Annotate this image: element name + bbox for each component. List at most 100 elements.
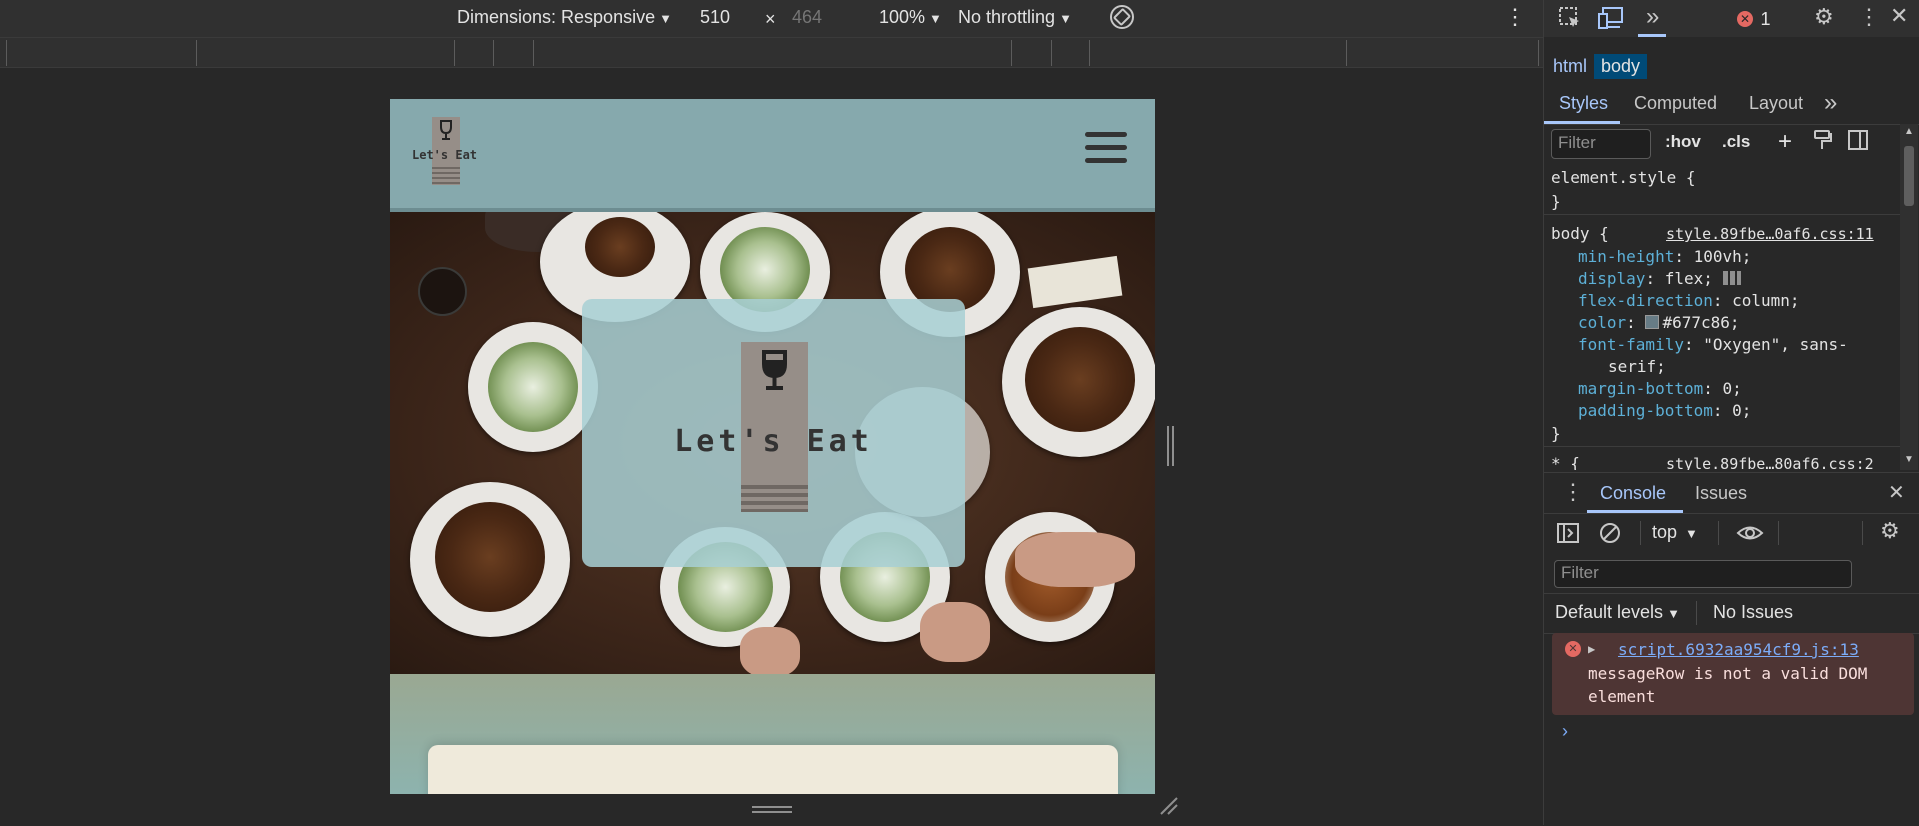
clear-console-button[interactable] <box>1599 522 1621 549</box>
more-tabs-icon[interactable]: » <box>1646 3 1659 31</box>
property-value: column; <box>1732 291 1800 310</box>
logo-stripe <box>741 485 808 489</box>
ruler-tick[interactable] <box>1051 40 1052 66</box>
property-name: font-family <box>1578 335 1684 354</box>
declaration[interactable]: margin-bottom: 0; <box>1578 379 1742 398</box>
console-error-message[interactable]: ✕ ▶ script.6932aa954cf9.js:13 messageRow… <box>1552 633 1914 715</box>
error-source-link[interactable]: script.6932aa954cf9.js:13 <box>1618 640 1859 659</box>
styles-tab-bar: Styles Computed Layout » <box>1544 86 1919 125</box>
declaration[interactable]: flex-direction: column; <box>1578 291 1800 310</box>
declaration[interactable]: display: flex; <box>1578 269 1741 288</box>
styles-scrollbar[interactable]: ▲ ▼ <box>1900 124 1918 470</box>
scrollbar-thumb[interactable] <box>1904 146 1914 206</box>
declaration[interactable]: min-height: 100vh; <box>1578 247 1751 266</box>
console-filter-input[interactable]: Filter <box>1554 560 1852 588</box>
viewport-resize-handle-bottom[interactable] <box>752 806 792 816</box>
default-levels-dropdown[interactable]: Default levels ▼ <box>1555 602 1680 623</box>
flex-editor-icon[interactable] <box>1722 271 1741 285</box>
viewport-resize-handle-right[interactable] <box>1167 426 1175 466</box>
ruler-tick[interactable] <box>1011 40 1012 66</box>
ruler-tick[interactable] <box>196 40 197 66</box>
context-selector[interactable]: top ▼ <box>1652 522 1698 543</box>
body-rule-source-link[interactable]: style.89fbe…0af6.css:11 <box>1666 225 1874 243</box>
hero-card: Let's Eat <box>582 299 965 567</box>
close-devtools-icon[interactable]: ✕ <box>1890 3 1908 29</box>
device-toggle-button[interactable] <box>1598 6 1624 36</box>
tab-computed[interactable]: Computed <box>1634 93 1717 114</box>
settings-gear-icon[interactable]: ⚙ <box>1814 4 1834 30</box>
rotate-button[interactable] <box>1108 3 1136 36</box>
height-input[interactable]: 464 <box>792 7 822 28</box>
more-tabs-icon[interactable]: » <box>1824 89 1837 117</box>
tab-styles[interactable]: Styles <box>1559 93 1608 114</box>
star-rule-source-link[interactable]: style.89fbe…80af6.css:2 <box>1666 455 1874 470</box>
console-settings-gear-icon[interactable]: ⚙ <box>1880 518 1900 544</box>
tab-layout[interactable]: Layout <box>1749 93 1803 114</box>
default-levels-label: Default levels <box>1555 602 1664 622</box>
context-label: top <box>1652 522 1678 542</box>
breadcrumb-html[interactable]: html <box>1546 54 1594 79</box>
property-name: margin-bottom <box>1578 379 1704 398</box>
property-name: color <box>1578 313 1627 332</box>
ruler-tick[interactable] <box>533 40 534 66</box>
tab-issues[interactable]: Issues <box>1695 483 1747 504</box>
dimensions-dropdown[interactable]: Dimensions: Responsive ▼ <box>457 7 672 28</box>
star-rule-selector[interactable]: * { <box>1551 454 1580 470</box>
styles-toolbar: Filter :hov .cls + <box>1544 124 1919 164</box>
property-name: display <box>1578 269 1646 288</box>
scroll-down-icon[interactable]: ▼ <box>1904 454 1914 465</box>
drawer-menu-icon[interactable]: ⋮ <box>1562 479 1584 505</box>
expand-triangle-icon[interactable]: ▶ <box>1588 642 1595 656</box>
active-tab-indicator <box>1638 34 1666 37</box>
toolbar-divider <box>1718 521 1719 545</box>
dimension-separator: × <box>765 9 776 29</box>
new-rule-icon[interactable]: + <box>1778 128 1792 156</box>
close-drawer-icon[interactable]: ✕ <box>1888 480 1905 505</box>
cls-toggle[interactable]: .cls <box>1722 132 1750 152</box>
body-rule-selector[interactable]: body { <box>1551 224 1609 243</box>
devtools-toolbar: » ✕ 1 ⚙ ⋮ ✕ <box>1544 0 1919 37</box>
site-header: Let's Eat <box>390 99 1155 212</box>
no-issues-label[interactable]: No Issues <box>1713 602 1793 623</box>
inspect-element-button[interactable] <box>1558 6 1582 36</box>
more-options-icon[interactable]: ⋮ <box>1504 4 1526 30</box>
ruler-tick[interactable] <box>454 40 455 66</box>
console-sidebar-button[interactable] <box>1556 522 1580 549</box>
ruler-tick[interactable] <box>1346 40 1347 66</box>
zoom-dropdown[interactable]: 100% ▼ <box>879 7 942 28</box>
ruler-tick[interactable] <box>6 40 7 66</box>
console-levels-row: Default levels ▼ No Issues <box>1544 593 1919 634</box>
width-input[interactable]: 510 <box>700 7 730 28</box>
declaration[interactable]: padding-bottom: 0; <box>1578 401 1751 420</box>
logo-stripe <box>741 501 808 505</box>
property-value: #677c86; <box>1662 313 1740 332</box>
toggle-sidebar-icon[interactable] <box>1847 129 1869 156</box>
breadcrumb-body[interactable]: body <box>1594 54 1648 79</box>
declaration[interactable]: color: #677c86; <box>1578 313 1740 332</box>
handle-line <box>1172 426 1174 466</box>
error-message-line: element <box>1588 687 1656 706</box>
caret-down-icon: ▼ <box>1685 526 1698 541</box>
ruler-tick[interactable] <box>1089 40 1090 66</box>
logo-stripe <box>741 493 808 497</box>
ruler-tick[interactable] <box>493 40 494 66</box>
media-query-bar <box>0 37 1543 68</box>
throttling-dropdown[interactable]: No throttling ▼ <box>958 7 1072 28</box>
declaration[interactable]: font-family: "Oxygen", sans- <box>1578 335 1848 354</box>
more-options-icon[interactable]: ⋮ <box>1858 4 1880 30</box>
hamburger-menu-button[interactable] <box>1080 124 1132 170</box>
tab-console[interactable]: Console <box>1600 483 1666 504</box>
live-expression-button[interactable] <box>1736 522 1764 549</box>
viewport-resize-corner[interactable] <box>1159 796 1179 816</box>
declaration-continuation: serif; <box>1608 357 1666 376</box>
caret-down-icon: ▼ <box>659 11 672 26</box>
styles-filter-input[interactable]: Filter <box>1551 129 1651 159</box>
color-swatch[interactable] <box>1645 315 1660 329</box>
console-prompt[interactable]: › <box>1562 721 1568 742</box>
error-counter[interactable]: ✕ 1 <box>1737 9 1770 30</box>
paint-icon[interactable] <box>1813 129 1833 156</box>
scroll-up-icon[interactable]: ▲ <box>1904 126 1914 137</box>
hov-toggle[interactable]: :hov <box>1665 132 1701 152</box>
ruler-tick[interactable] <box>1538 40 1539 66</box>
element-style-rule[interactable]: element.style { <box>1551 168 1696 187</box>
